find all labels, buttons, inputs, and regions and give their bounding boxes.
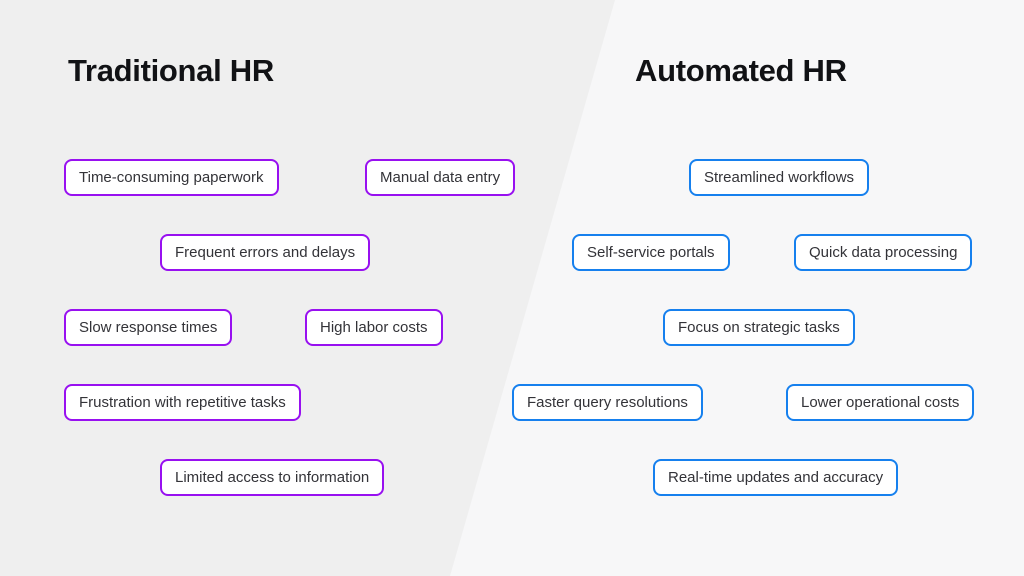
automated-row: Real-time updates and accuracy bbox=[464, 459, 1024, 496]
automated-pill[interactable]: Quick data processing bbox=[794, 234, 973, 271]
automated-pill[interactable]: Lower operational costs bbox=[786, 384, 975, 421]
automated-pill[interactable]: Focus on strategic tasks bbox=[663, 309, 855, 346]
traditional-heading: Traditional HR bbox=[68, 53, 274, 88]
automated-heading: Automated HR bbox=[635, 53, 847, 88]
traditional-pill[interactable]: Slow response times bbox=[64, 309, 233, 346]
traditional-pill[interactable]: Frequent errors and delays bbox=[160, 234, 371, 271]
comparison-infographic: Traditional HR Time-consuming paperwork M… bbox=[0, 0, 1024, 576]
traditional-pill[interactable]: Frustration with repetitive tasks bbox=[64, 384, 301, 421]
automated-row: Self-service portals Quick data processin… bbox=[464, 234, 1024, 271]
traditional-pill[interactable]: High labor costs bbox=[305, 309, 443, 346]
automated-row: Streamlined workflows bbox=[464, 159, 1024, 196]
traditional-pill[interactable]: Limited access to information bbox=[160, 459, 385, 496]
automated-row: Faster query resolutions Lower operationa… bbox=[464, 384, 1024, 421]
automated-pill[interactable]: Streamlined workflows bbox=[689, 159, 870, 196]
automated-column: Automated HR Streamlined workflows Self-s… bbox=[464, 0, 1024, 576]
automated-pill[interactable]: Real-time updates and accuracy bbox=[653, 459, 899, 496]
automated-pill[interactable]: Self-service portals bbox=[572, 234, 730, 271]
automated-pill-rows: Streamlined workflows Self-service portal… bbox=[464, 159, 1024, 534]
automated-row: Focus on strategic tasks bbox=[464, 309, 1024, 346]
automated-pill[interactable]: Faster query resolutions bbox=[512, 384, 703, 421]
traditional-pill[interactable]: Time-consuming paperwork bbox=[64, 159, 279, 196]
